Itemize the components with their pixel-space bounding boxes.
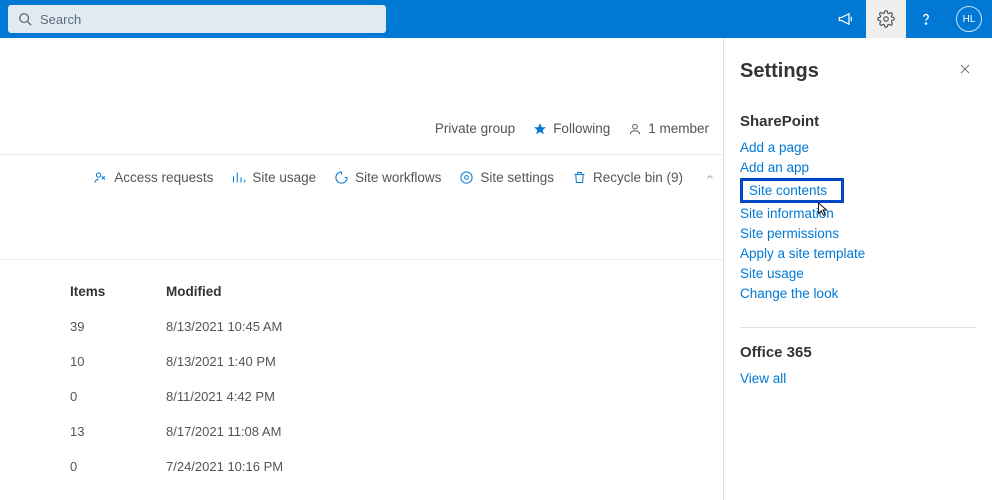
megaphone-icon xyxy=(837,10,855,28)
search-input[interactable] xyxy=(40,12,376,27)
link-view-all[interactable]: View all xyxy=(740,369,976,388)
search-box[interactable] xyxy=(8,5,386,33)
trash-icon xyxy=(572,170,587,185)
command-bar: Access requests Site usage Site workflow… xyxy=(0,155,723,199)
site-workflows-button[interactable]: Site workflows xyxy=(334,170,441,185)
cell-modified: 8/13/2021 1:40 PM xyxy=(166,354,723,369)
table-row[interactable]: 0 8/11/2021 4:42 PM xyxy=(70,379,723,414)
table-row[interactable]: 39 8/13/2021 10:45 AM xyxy=(70,309,723,344)
close-panel-button[interactable] xyxy=(954,58,976,85)
user-avatar[interactable]: HL xyxy=(956,6,982,32)
following-toggle[interactable]: Following xyxy=(533,121,610,136)
link-site-information[interactable]: Site information xyxy=(740,204,976,223)
settings-panel-header: Settings xyxy=(740,58,976,85)
star-icon xyxy=(533,122,547,136)
settings-title: Settings xyxy=(740,60,819,83)
link-site-usage[interactable]: Site usage xyxy=(740,264,976,283)
cell-modified: 8/13/2021 10:45 AM xyxy=(166,319,723,334)
avatar-initials: HL xyxy=(963,14,976,25)
cell-modified: 8/17/2021 11:08 AM xyxy=(166,424,723,439)
table-row[interactable]: 0 7/24/2021 10:16 PM xyxy=(70,449,723,484)
megaphone-button[interactable] xyxy=(826,0,866,38)
link-add-page[interactable]: Add a page xyxy=(740,138,976,157)
help-button[interactable] xyxy=(906,0,946,38)
scroll-up-caret[interactable] xyxy=(701,172,719,182)
gear-icon xyxy=(877,10,895,28)
suite-bar: HL xyxy=(0,0,992,38)
link-apply-template[interactable]: Apply a site template xyxy=(740,244,976,263)
cell-modified: 8/11/2021 4:42 PM xyxy=(166,389,723,404)
access-requests-icon xyxy=(93,170,108,185)
site-settings-button[interactable]: Site settings xyxy=(459,170,554,185)
header-items[interactable]: Items xyxy=(70,284,166,299)
table-row[interactable]: 13 8/17/2021 11:08 AM xyxy=(70,414,723,449)
content-table: Items Modified 39 8/13/2021 10:45 AM 10 … xyxy=(0,260,723,484)
privacy-label: Private group xyxy=(435,121,515,136)
cell-items: 10 xyxy=(70,354,166,369)
members-button[interactable]: 1 member xyxy=(628,121,709,136)
cell-items: 0 xyxy=(70,459,166,474)
settings-panel: Settings SharePoint Add a page Add an ap… xyxy=(723,38,992,500)
link-change-look[interactable]: Change the look xyxy=(740,284,976,303)
chevron-up-icon xyxy=(705,172,715,182)
access-requests-button[interactable]: Access requests xyxy=(93,170,213,185)
link-site-permissions[interactable]: Site permissions xyxy=(740,224,976,243)
sharepoint-heading: SharePoint xyxy=(740,113,976,130)
site-usage-button[interactable]: Site usage xyxy=(231,170,316,185)
header-modified[interactable]: Modified xyxy=(166,284,723,299)
site-info-bar: Private group Following 1 member xyxy=(0,38,723,155)
table-row[interactable]: 10 8/13/2021 1:40 PM xyxy=(70,344,723,379)
recycle-bin-button[interactable]: Recycle bin (9) xyxy=(572,170,683,185)
close-icon xyxy=(958,62,972,76)
panel-divider xyxy=(740,327,976,328)
workflow-icon xyxy=(334,170,349,185)
office365-heading: Office 365 xyxy=(740,344,976,361)
cell-items: 13 xyxy=(70,424,166,439)
cell-items: 0 xyxy=(70,389,166,404)
gear-icon xyxy=(459,170,474,185)
cell-modified: 7/24/2021 10:16 PM xyxy=(166,459,723,474)
person-icon xyxy=(628,122,642,136)
page-content: Private group Following 1 member Access … xyxy=(0,38,723,500)
settings-gear-button[interactable] xyxy=(866,0,906,38)
help-icon xyxy=(917,10,935,28)
link-add-app[interactable]: Add an app xyxy=(740,158,976,177)
search-icon xyxy=(18,12,32,26)
chart-icon xyxy=(231,170,246,185)
link-site-contents[interactable]: Site contents xyxy=(740,178,844,203)
cell-items: 39 xyxy=(70,319,166,334)
table-header: Items Modified xyxy=(70,260,723,309)
